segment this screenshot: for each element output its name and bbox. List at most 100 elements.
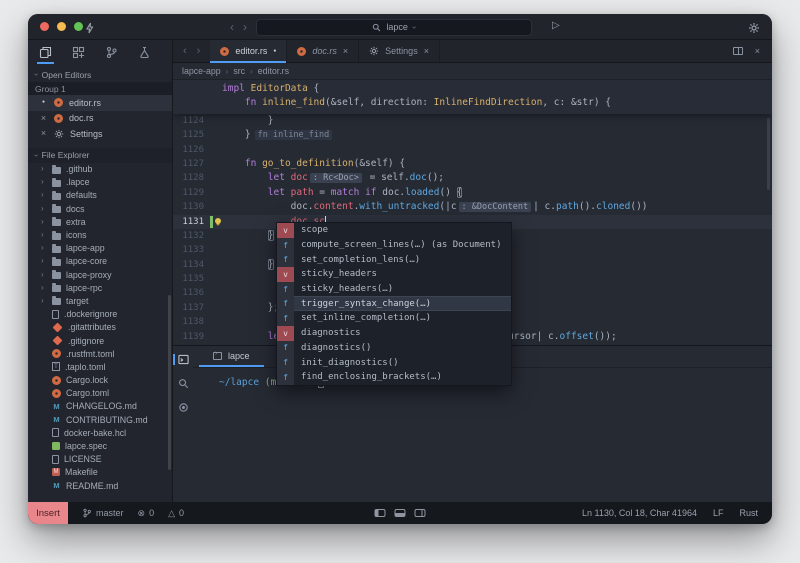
folder-row-defaults[interactable]: ›defaults (28, 189, 172, 202)
folder-row-lapce-app[interactable]: ›lapce-app (28, 242, 172, 255)
plugins-panel-icon[interactable] (70, 40, 87, 64)
file-explorer-header[interactable]: › File Explorer (28, 148, 172, 163)
sticky-line[interactable]: fn inline_find(&self, direction: InlineF… (173, 96, 772, 110)
editor-scrollbar[interactable] (767, 118, 770, 190)
code-line[interactable]: 1124 } (173, 114, 772, 128)
completion-item[interactable]: vscope (277, 223, 511, 238)
editor-mode-badge[interactable]: Insert (28, 502, 68, 524)
breadcrumb-item[interactable]: src (233, 66, 245, 76)
file-row-lapce.spec[interactable]: lapce.spec (28, 439, 172, 452)
folder-row-extra[interactable]: ›extra (28, 215, 172, 228)
toggle-left-panel-icon[interactable] (375, 509, 386, 517)
file-row-CONTRIBUTING.md[interactable]: MCONTRIBUTING.md (28, 413, 172, 426)
completion-item[interactable]: ftrigger_syntax_change(…) (277, 296, 511, 311)
completion-item[interactable]: fsticky_headers(…) (277, 282, 511, 297)
folder-row-lapce-core[interactable]: ›lapce-core (28, 255, 172, 268)
terminal-output[interactable]: ~/lapce (master) (193, 368, 772, 502)
sidebar-scrollbar[interactable] (168, 295, 171, 470)
tab-back-icon[interactable]: ‹ (183, 45, 187, 57)
titlebar[interactable]: ‹ › lapce › ▷ (28, 14, 772, 40)
file-row-README.md[interactable]: MREADME.md (28, 479, 172, 492)
back-arrow-icon[interactable]: ‹ (230, 21, 234, 33)
completion-item[interactable]: fset_completion_lens(…) (277, 252, 511, 267)
code-token: fn (245, 97, 256, 108)
warning-count[interactable]: △ 0 (168, 508, 184, 519)
error-count[interactable]: ⊗ 0 (138, 508, 155, 519)
minimize-window-button[interactable] (57, 22, 66, 31)
close-editor-icon[interactable]: × (755, 46, 760, 56)
file-row-Cargo.lock[interactable]: Cargo.lock (28, 374, 172, 387)
code-line[interactable]: 1127 fn go_to_definition(&self) { (173, 157, 772, 171)
folder-row-lapce-rpc[interactable]: ›lapce-rpc (28, 281, 172, 294)
completion-item[interactable]: vdiagnostics (277, 326, 511, 341)
line-ending[interactable]: LF (713, 508, 724, 518)
completion-item[interactable]: fset_inline_completion(…) (277, 311, 511, 326)
split-editor-icon[interactable] (733, 47, 743, 55)
completion-item[interactable]: ffind_enclosing_brackets(…) (277, 370, 511, 385)
terminal-tab[interactable]: lapce (199, 346, 264, 367)
breadcrumb-item[interactable]: lapce-app (182, 66, 221, 76)
code-line[interactable]: 1125 }fn inline_find (173, 128, 772, 142)
sticky-line[interactable]: impl EditorData { (173, 82, 772, 96)
remote-connection-icon[interactable] (84, 21, 96, 33)
git-branch-indicator[interactable]: master (82, 508, 124, 518)
terminal-panel-icon[interactable] (173, 354, 193, 365)
open-editor-Settings[interactable]: ×Settings (28, 126, 172, 142)
close-window-button[interactable] (40, 22, 49, 31)
file-row-.taplo.toml[interactable]: T.taplo.toml (28, 360, 172, 373)
completion-item[interactable]: fdiagnostics() (277, 341, 511, 356)
completion-item[interactable]: fcompute_screen_lines(…) (as Document) (277, 238, 511, 253)
code-line[interactable]: 1129 let path = match if doc.loaded() { (173, 186, 772, 200)
debug-panel-icon[interactable] (136, 40, 153, 64)
tab-close-icon[interactable]: × (343, 46, 348, 56)
folder-row-icons[interactable]: ›icons (28, 228, 172, 241)
settings-gear-icon[interactable] (748, 21, 760, 33)
window-controls (40, 22, 83, 31)
completion-item[interactable]: finit_diagnostics() (277, 355, 511, 370)
folder-row-lapce-proxy[interactable]: ›lapce-proxy (28, 268, 172, 281)
file-row-Cargo.toml[interactable]: Cargo.toml (28, 387, 172, 400)
folder-row-target[interactable]: ›target (28, 294, 172, 307)
source-control-panel-icon[interactable] (103, 40, 120, 64)
folder-row-docs[interactable]: ›docs (28, 202, 172, 215)
folder-row-.github[interactable]: ›.github (28, 163, 172, 176)
open-editor-editor.rs[interactable]: ●editor.rs (28, 95, 172, 111)
file-row-docker-bake.hcl[interactable]: docker-bake.hcl (28, 426, 172, 439)
language-mode[interactable]: Rust (739, 508, 758, 518)
file-row-.dockerignore[interactable]: .dockerignore (28, 308, 172, 321)
file-row-CHANGELOG.md[interactable]: MCHANGELOG.md (28, 400, 172, 413)
file-row-LICENSE[interactable]: LICENSE (28, 453, 172, 466)
explorer-panel-icon[interactable] (37, 40, 54, 64)
toggle-right-panel-icon[interactable] (415, 509, 426, 517)
debug-console-icon[interactable] (173, 402, 193, 413)
code-line[interactable]: 1128 let doc: Rc<Doc> = self.doc(); (173, 171, 772, 185)
cursor-position[interactable]: Ln 1130, Col 18, Char 41964 (582, 508, 697, 518)
open-editors-header[interactable]: › Open Editors (28, 67, 172, 82)
open-editor-doc.rs[interactable]: ×doc.rs (28, 111, 172, 127)
search-panel-icon[interactable] (173, 378, 193, 389)
tab-doc.rs[interactable]: doc.rs× (287, 40, 359, 62)
forward-arrow-icon[interactable]: › (243, 21, 247, 33)
lightbulb-icon[interactable] (215, 218, 221, 224)
maximize-window-button[interactable] (74, 22, 83, 31)
tab-Settings[interactable]: Settings× (359, 40, 440, 62)
gutter-markers (209, 215, 222, 229)
workspace-search-box[interactable]: lapce › (256, 19, 532, 36)
file-row-.gitattributes[interactable]: .gitattributes (28, 321, 172, 334)
tab-forward-icon[interactable]: › (197, 45, 201, 57)
folder-row-.lapce[interactable]: ›.lapce (28, 176, 172, 189)
run-play-icon[interactable]: ▷ (552, 20, 560, 31)
tab-close-icon[interactable]: × (424, 46, 429, 56)
close-icon[interactable]: × (39, 129, 48, 138)
code-line[interactable]: 1130 doc.content.with_untracked(|c: &Doc… (173, 200, 772, 214)
file-row-Makefile[interactable]: MMakefile (28, 466, 172, 479)
tab-editor.rs[interactable]: editor.rs● (210, 40, 287, 62)
toggle-bottom-panel-icon[interactable] (395, 509, 406, 517)
completion-item[interactable]: vsticky_headers (277, 267, 511, 282)
close-icon[interactable]: × (39, 114, 48, 123)
code-line[interactable]: 1126 (173, 143, 772, 157)
file-row-.gitignore[interactable]: .gitignore (28, 334, 172, 347)
file-row-.rustfmt.toml[interactable]: .rustfmt.toml (28, 347, 172, 360)
file-name: .rustfmt.toml (66, 349, 114, 359)
breadcrumb-item[interactable]: editor.rs (258, 66, 289, 76)
